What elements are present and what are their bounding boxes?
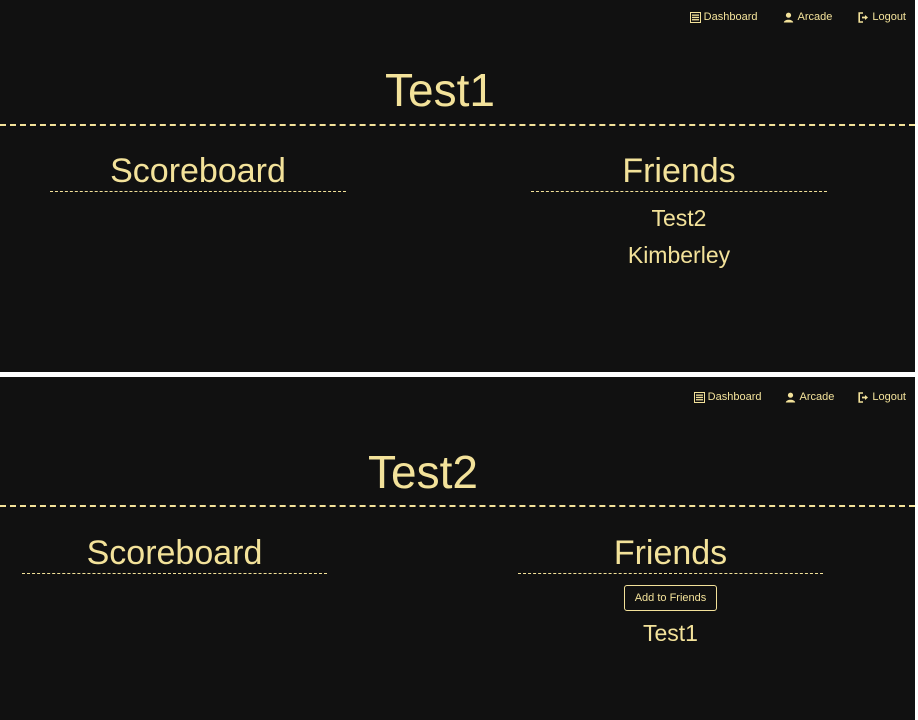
friend-item[interactable]: Test2 bbox=[531, 200, 827, 237]
logout-icon bbox=[858, 391, 869, 403]
friends-section: Friends Add to Friends Test1 bbox=[518, 535, 823, 648]
profile-title: Test1 bbox=[385, 64, 495, 116]
profile-screen-test2: Dashboard Arcade Logout Test2 Scoreboard… bbox=[0, 377, 915, 720]
nav-dashboard-label: Dashboard bbox=[707, 391, 762, 403]
nav-arcade-label: Arcade bbox=[799, 391, 835, 403]
header-divider bbox=[0, 505, 915, 507]
nav-dashboard-link[interactable]: Dashboard bbox=[693, 391, 762, 403]
scoreboard-title: Scoreboard bbox=[50, 153, 346, 192]
dashboard-icon bbox=[689, 11, 701, 23]
scoreboard-section: Scoreboard bbox=[50, 153, 346, 192]
nav-dashboard-label: Dashboard bbox=[703, 11, 758, 23]
nav-logout-label: Logout bbox=[872, 391, 906, 403]
dashboard-icon bbox=[693, 391, 705, 403]
nav-arcade-link[interactable]: Arcade bbox=[785, 391, 834, 403]
friend-item[interactable]: Test1 bbox=[518, 618, 823, 648]
profile-title: Test2 bbox=[368, 446, 478, 498]
top-nav: Dashboard Arcade Logout bbox=[693, 391, 906, 403]
nav-logout-link[interactable]: Logout bbox=[858, 11, 906, 23]
nav-logout-link[interactable]: Logout bbox=[858, 391, 906, 403]
header-divider bbox=[0, 124, 915, 126]
scoreboard-title: Scoreboard bbox=[22, 535, 327, 574]
nav-logout-label: Logout bbox=[872, 11, 906, 23]
nav-dashboard-link[interactable]: Dashboard bbox=[689, 11, 758, 23]
top-nav: Dashboard Arcade Logout bbox=[689, 11, 906, 23]
friends-list: Test1 bbox=[518, 618, 823, 648]
add-to-friends-button[interactable]: Add to Friends bbox=[623, 585, 718, 611]
friend-item[interactable]: Kimberley bbox=[531, 237, 827, 274]
friends-title: Friends bbox=[531, 153, 827, 192]
friends-title: Friends bbox=[518, 535, 823, 574]
logout-icon bbox=[858, 11, 869, 23]
nav-arcade-link[interactable]: Arcade bbox=[783, 11, 832, 23]
profile-screen-test1: Dashboard Arcade Logout Test1 Scoreboard… bbox=[0, 0, 915, 372]
friends-section: Friends Test2 Kimberley bbox=[531, 153, 827, 274]
user-icon bbox=[785, 392, 796, 403]
scoreboard-section: Scoreboard bbox=[22, 535, 327, 574]
user-icon bbox=[783, 12, 794, 23]
friends-list: Test2 Kimberley bbox=[531, 200, 827, 274]
nav-arcade-label: Arcade bbox=[797, 11, 833, 23]
